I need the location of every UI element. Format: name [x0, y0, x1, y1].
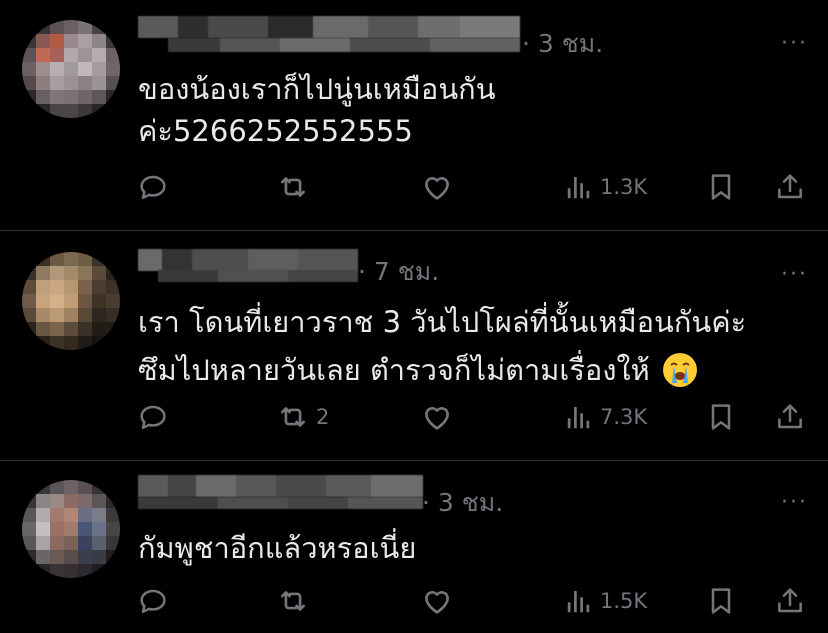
like-button[interactable]: [420, 397, 460, 437]
retweet-button[interactable]: [276, 581, 316, 621]
tweet-text-line: ค่ะ5266252552555: [138, 114, 413, 148]
retweet-button[interactable]: 2: [276, 397, 329, 437]
bookmark-button[interactable]: [705, 167, 737, 207]
tweet-text: กัมพูชาอีกแล้วหรอเนี่ย: [138, 527, 808, 569]
avatar[interactable]: [22, 252, 120, 350]
views-button[interactable]: 1.3K: [564, 167, 647, 207]
author-name-blurred[interactable]: [138, 475, 423, 497]
views-button[interactable]: 7.3K: [564, 397, 647, 437]
tweet-text-line: ซึมไปหลายวันเลย ตำรวจก็ไม่ตามเรื่องให้: [138, 353, 650, 387]
reply-icon: [140, 405, 166, 429]
tweet-timestamp[interactable]: · 3 ชม.: [522, 29, 603, 59]
share-button[interactable]: [774, 167, 806, 207]
bookmark-icon: [711, 588, 731, 614]
bookmark-icon: [711, 174, 731, 200]
views-button[interactable]: 1.5K: [564, 581, 647, 621]
share-icon: [778, 404, 802, 429]
author-handle-blurred[interactable]: [138, 497, 423, 509]
like-icon: [425, 591, 449, 614]
like-button[interactable]: [420, 581, 460, 621]
tweet[interactable]: · 7 ชม. ··· เรา โดนที่เยาวราช 3 วันไปโผล…: [0, 231, 828, 460]
tweet-timestamp[interactable]: · 7 ชม.: [358, 257, 439, 287]
share-button[interactable]: [774, 397, 806, 437]
avatar[interactable]: [22, 480, 120, 578]
tweet[interactable]: · 3 ชม. ··· กัมพูชาอีกแล้วหรอเนี่ย 1.5K: [0, 461, 828, 633]
like-icon: [425, 407, 449, 430]
tweet-text-line: กัมพูชาอีกแล้วหรอเนี่ย: [138, 531, 417, 565]
tweet[interactable]: · 3 ชม. ··· ของน้องเราก็ไปนู่นเหมือนกัน …: [0, 0, 828, 230]
tweet-text-line: เรา โดนที่เยาวราช 3 วันไปโผล่ที่นั้นเหมื…: [138, 305, 747, 339]
tweet-actions: 1.3K: [0, 167, 828, 207]
more-options-icon[interactable]: ···: [781, 264, 808, 286]
tweet-actions: 2 7.3K: [0, 397, 828, 437]
reply-button[interactable]: [137, 167, 175, 207]
author-handle-blurred[interactable]: [158, 270, 358, 282]
retweet-button[interactable]: [276, 167, 316, 207]
like-button[interactable]: [420, 167, 460, 207]
bookmark-icon: [711, 404, 731, 430]
share-icon: [778, 174, 802, 199]
tweet-text: เรา โดนที่เยาวราช 3 วันไปโผล่ที่นั้นเหมื…: [138, 301, 808, 391]
retweet-icon: [281, 407, 305, 427]
avatar[interactable]: [22, 20, 120, 118]
author-name-blurred[interactable]: [138, 249, 358, 271]
tweet-text-line-with-emoji: ซึมไปหลายวันเลย ตำรวจก็ไม่ตามเรื่องให้: [138, 349, 808, 391]
reply-button[interactable]: [137, 397, 175, 437]
tweet-actions: 1.5K: [0, 581, 828, 621]
views-icon: [567, 591, 590, 613]
retweet-count: 2: [316, 405, 330, 429]
reply-icon: [140, 589, 166, 613]
retweet-icon: [281, 177, 305, 197]
views-icon: [567, 407, 590, 429]
views-count: 1.3K: [600, 175, 648, 199]
author-handle-blurred[interactable]: [168, 38, 520, 52]
reply-icon: [140, 175, 166, 199]
tweet-text: ของน้องเราก็ไปนู่นเหมือนกัน ค่ะ526625255…: [138, 68, 808, 152]
retweet-icon: [281, 591, 305, 611]
tweet-timestamp[interactable]: · 3 ชม.: [422, 488, 503, 518]
like-icon: [425, 177, 449, 200]
views-count: 1.5K: [600, 589, 648, 613]
more-options-icon[interactable]: ···: [781, 492, 808, 514]
tweet-text-line: ของน้องเราก็ไปนู่นเหมือนกัน: [138, 72, 496, 106]
share-button[interactable]: [774, 581, 806, 621]
bookmark-button[interactable]: [705, 581, 737, 621]
share-icon: [778, 588, 802, 613]
loudly-crying-face-icon: [662, 353, 697, 387]
views-count: 7.3K: [600, 405, 648, 429]
bookmark-button[interactable]: [705, 397, 737, 437]
views-icon: [567, 177, 590, 199]
author-name-blurred[interactable]: [138, 16, 520, 38]
reply-button[interactable]: [137, 581, 175, 621]
more-options-icon[interactable]: ···: [781, 33, 808, 55]
